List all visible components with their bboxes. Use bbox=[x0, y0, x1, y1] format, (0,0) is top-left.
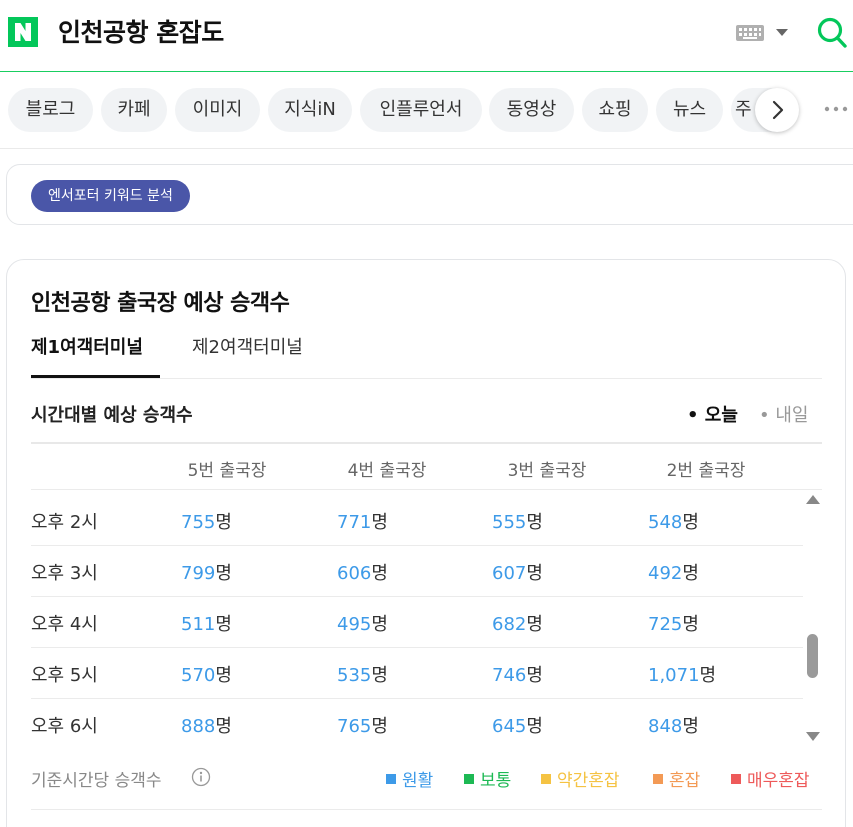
row-time: 오후 2시 bbox=[31, 512, 98, 533]
legend-swatch bbox=[731, 774, 741, 784]
tab-terminal-1[interactable]: 제1여객터미널 bbox=[31, 336, 143, 360]
keyboard-icon[interactable] bbox=[736, 25, 764, 41]
column-header: 3번 출국장 bbox=[507, 461, 587, 481]
table-row: 오후 5시 570명 535명 746명 1,071명 bbox=[31, 648, 803, 699]
section-title: 시간대별 예상 승객수 bbox=[31, 405, 193, 426]
naver-logo[interactable] bbox=[8, 17, 38, 47]
basis-label: 기준시간당 승객수 bbox=[31, 771, 162, 791]
search-header: 인천공항 혼잡도 bbox=[0, 0, 853, 72]
passenger-count: 535명 bbox=[337, 665, 388, 686]
tab-image[interactable]: 이미지 bbox=[175, 88, 260, 132]
passenger-count: 848명 bbox=[648, 716, 699, 737]
search-icon[interactable] bbox=[816, 16, 848, 50]
keyword-analysis-card: 엔서포터 키워드 분석 bbox=[6, 164, 853, 225]
row-time: 오후 4시 bbox=[31, 614, 98, 635]
day-toggle-today[interactable]: • 오늘 bbox=[687, 401, 738, 427]
tab-cafe[interactable]: 카페 bbox=[101, 88, 167, 132]
legend-swatch bbox=[653, 774, 663, 784]
table-row: 오후 4시 511명 495명 682명 725명 bbox=[31, 597, 803, 648]
legend-very-crowded: 매우혼잡 bbox=[731, 766, 810, 791]
divider bbox=[31, 378, 822, 379]
passenger-count: 1,071명 bbox=[648, 665, 717, 686]
passenger-count: 555명 bbox=[492, 512, 543, 533]
passenger-count: 771명 bbox=[337, 512, 388, 533]
legend-swatch bbox=[386, 774, 396, 784]
scrollbar-thumb[interactable] bbox=[807, 634, 818, 678]
tab-kin[interactable]: 지식iN bbox=[268, 88, 352, 132]
tab-terminal-2[interactable]: 제2여객터미널 bbox=[192, 336, 303, 360]
tab-blog[interactable]: 블로그 bbox=[8, 88, 93, 132]
passenger-count: 495명 bbox=[337, 614, 388, 635]
table-row: 오후 3시 799명 606명 607명 492명 bbox=[31, 546, 803, 597]
table-row: 오후 2시 755명 771명 555명 548명 bbox=[31, 495, 803, 546]
card-title: 인천공항 출국장 예상 승객수 bbox=[31, 291, 290, 316]
passenger-count: 570명 bbox=[181, 665, 232, 686]
passenger-count: 799명 bbox=[181, 563, 232, 584]
passenger-count: 548명 bbox=[648, 512, 699, 533]
day-toggle-tomorrow[interactable]: • 내일 bbox=[759, 401, 808, 427]
tabs-next-button[interactable] bbox=[755, 88, 799, 132]
column-header: 5번 출국장 bbox=[187, 461, 267, 481]
row-time: 오후 3시 bbox=[31, 563, 98, 584]
airport-congestion-card: 인천공항 출국장 예상 승객수 제1여객터미널 제2여객터미널 시간대별 예상 … bbox=[6, 259, 846, 827]
divider bbox=[31, 442, 822, 444]
passenger-count: 492명 bbox=[648, 563, 699, 584]
legend-smooth: 원활 bbox=[386, 766, 433, 791]
passenger-count: 755명 bbox=[181, 512, 232, 533]
legend-crowded: 혼잡 bbox=[653, 766, 700, 791]
divider bbox=[31, 489, 822, 490]
chevron-right-icon bbox=[772, 100, 784, 120]
scroll-down-arrow[interactable] bbox=[806, 732, 820, 741]
tab-video[interactable]: 동영상 bbox=[489, 88, 574, 132]
info-icon[interactable] bbox=[191, 767, 211, 787]
legend-slightly-crowded: 약간혼잡 bbox=[541, 766, 620, 791]
passenger-count: 888명 bbox=[181, 716, 232, 737]
divider bbox=[31, 809, 822, 810]
keyword-analysis-badge[interactable]: 엔서포터 키워드 분석 bbox=[31, 180, 190, 212]
passenger-count: 725명 bbox=[648, 614, 699, 635]
search-tabs: 블로그 카페 이미지 지식iN 인플루언서 동영상 쇼핑 뉴스 주 bbox=[0, 73, 853, 149]
passenger-count: 682명 bbox=[492, 614, 543, 635]
more-icon[interactable] bbox=[822, 99, 852, 119]
scroll-up-arrow[interactable] bbox=[806, 495, 820, 504]
row-time: 오후 6시 bbox=[31, 716, 98, 737]
passenger-count: 765명 bbox=[337, 716, 388, 737]
passenger-count: 606명 bbox=[337, 563, 388, 584]
legend-swatch bbox=[541, 774, 551, 784]
chevron-down-icon[interactable] bbox=[776, 29, 788, 36]
tab-news[interactable]: 뉴스 bbox=[656, 88, 723, 132]
passenger-count: 746명 bbox=[492, 665, 543, 686]
legend-normal: 보통 bbox=[464, 766, 511, 791]
column-header: 2번 출국장 bbox=[666, 461, 746, 481]
search-query[interactable]: 인천공항 혼잡도 bbox=[58, 17, 224, 49]
row-time: 오후 5시 bbox=[31, 665, 98, 686]
passenger-count: 645명 bbox=[492, 716, 543, 737]
passenger-count: 607명 bbox=[492, 563, 543, 584]
legend-swatch bbox=[464, 774, 474, 784]
tab-shopping[interactable]: 쇼핑 bbox=[582, 88, 648, 132]
tab-influencer[interactable]: 인플루언서 bbox=[360, 88, 482, 132]
table-row: 오후 6시 888명 765명 645명 848명 bbox=[31, 699, 803, 750]
column-header: 4번 출국장 bbox=[347, 461, 427, 481]
passenger-count: 511명 bbox=[181, 614, 232, 635]
